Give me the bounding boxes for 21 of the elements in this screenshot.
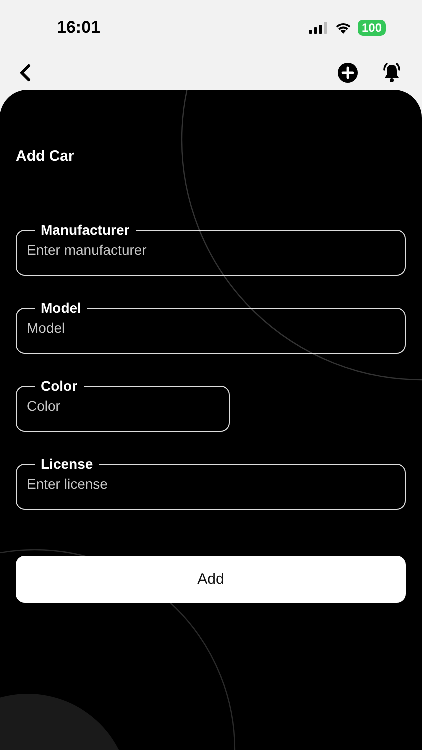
page-title: Add Car: [16, 148, 76, 165]
input-field[interactable]: Model Model: [16, 300, 406, 354]
signal-icon: [308, 22, 329, 34]
battery-indicator: 100: [358, 20, 386, 36]
field-label: License: [40, 456, 94, 472]
text-input[interactable]: Enter manufacturer: [27, 238, 395, 258]
status-time: 16:01: [57, 18, 100, 38]
bell-icon[interactable]: [381, 62, 403, 84]
input-field[interactable]: Color Color: [16, 378, 230, 432]
back-icon[interactable]: [19, 64, 33, 82]
input-field[interactable]: Manufacturer Enter manufacturer: [16, 222, 406, 276]
text-input[interactable]: Color: [27, 394, 219, 414]
add-button[interactable]: Add: [16, 556, 406, 603]
field-label: Model: [40, 300, 82, 316]
field-label: Color: [40, 378, 79, 394]
text-input[interactable]: Model: [27, 316, 395, 336]
text-input[interactable]: Enter license: [27, 472, 395, 492]
wifi-icon: [334, 22, 352, 34]
input-field[interactable]: License Enter license: [16, 456, 406, 510]
add-icon[interactable]: [337, 62, 359, 84]
field-label: Manufacturer: [40, 222, 131, 238]
